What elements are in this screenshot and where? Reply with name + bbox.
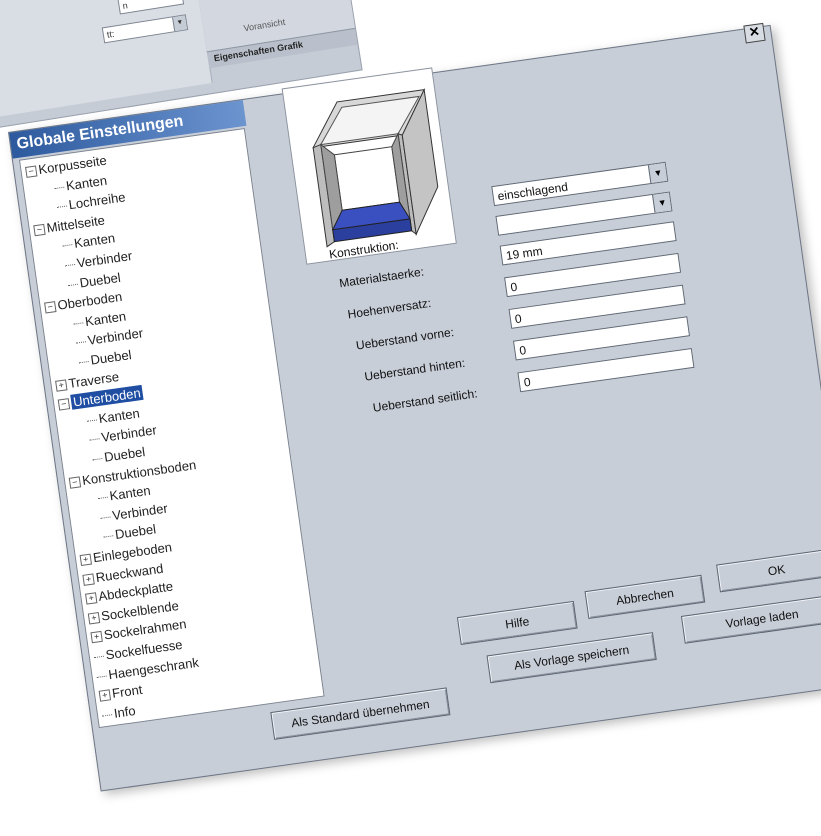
cabinet-preview: [281, 67, 457, 265]
hilfe-button[interactable]: Hilfe: [456, 600, 578, 645]
tree-item-label: Mittelseite: [45, 212, 106, 236]
tree-item-label: Verbinder: [100, 422, 158, 446]
settings-tree[interactable]: − Korpusseite Kanten Lochreihe − Mittelseite K…: [18, 128, 325, 729]
materialstaerke-field-value: 19 mm: [505, 243, 544, 263]
tree-item-label: Kanten: [97, 405, 141, 426]
ueberstand-vorne-value: 0: [514, 311, 523, 327]
tree-item-label: Duebel: [89, 347, 133, 368]
expand-icon[interactable]: +: [55, 378, 68, 392]
tree-branch-line: [65, 264, 76, 267]
tree-branch-line: [56, 205, 67, 209]
materialstaerke-label: Materialstaerke:: [338, 264, 425, 291]
tree-branch-line: [54, 186, 65, 189]
ueberstand-hinten-value: 0: [518, 343, 528, 358]
expand-icon[interactable]: +: [87, 611, 101, 625]
tree-item-label: Kanten: [84, 308, 127, 329]
tree-branch-line: [89, 438, 100, 442]
tree-item-label: Lochreihe: [67, 189, 127, 213]
chevron-down-icon: ▼: [647, 162, 668, 184]
tree-branch-line: [67, 283, 78, 286]
collapse-icon[interactable]: −: [44, 301, 57, 314]
expand-icon[interactable]: +: [82, 573, 95, 586]
ueberstand-hinten-label: Ueberstand hinten:: [363, 355, 466, 384]
collapse-icon[interactable]: −: [57, 398, 71, 411]
background-select-3[interactable]: tt: ▼: [101, 14, 189, 44]
tree-item-label: Info: [112, 702, 137, 721]
tree-item-label: Kanten: [108, 482, 152, 504]
tree-branch-line: [62, 244, 73, 247]
tree-branch-line: [103, 535, 114, 539]
chevron-down-icon: ▼: [172, 15, 188, 32]
background-select-2[interactable]: n: [117, 0, 185, 15]
tree-branch-line: [76, 341, 87, 345]
tree-item-label: Kanten: [64, 172, 108, 193]
tree-branch-line: [102, 714, 113, 717]
tree-item[interactable]: + Front: [98, 682, 143, 704]
tree-branch-line: [97, 496, 108, 500]
abbrechen-button[interactable]: Abbrechen: [584, 574, 706, 619]
tree-branch-line: [96, 675, 107, 678]
tree-branch-line: [73, 322, 84, 325]
ok-button[interactable]: OK: [716, 548, 821, 593]
tree-branch-line: [92, 458, 103, 461]
tree-branch-line: [93, 655, 104, 659]
als-vorlage-speichern-button[interactable]: Als Vorlage speichern: [486, 632, 657, 684]
tree-item-label: Duebel: [78, 269, 122, 291]
collapse-icon[interactable]: −: [68, 476, 82, 489]
expand-icon[interactable]: +: [85, 592, 98, 605]
tree-item-label: Traverse: [67, 368, 120, 391]
background-select-2-value: n: [121, 0, 129, 11]
tree-branch-line: [78, 361, 89, 364]
tree-item-label: Duebel: [103, 444, 147, 465]
tree-item-label: Verbinder: [111, 500, 169, 523]
hoehenversatz-label: Hoehenversatz:: [346, 295, 432, 322]
collapse-icon[interactable]: −: [25, 165, 38, 178]
cabinet-preview-graphic: [312, 87, 439, 248]
expand-icon[interactable]: +: [98, 689, 112, 702]
expand-icon[interactable]: +: [79, 553, 93, 567]
ueberstand-vorne-label: Ueberstand vorne:: [355, 324, 455, 353]
tree-item[interactable]: Info: [101, 703, 137, 724]
tree-branch-line: [100, 516, 111, 519]
ueberstand-seitlich-label: Ueberstand seitlich:: [371, 386, 479, 415]
tree-item-label: Front: [111, 682, 144, 702]
tree-item-label: Duebel: [114, 521, 157, 543]
background-select-3-value: tt:: [106, 28, 116, 40]
tree-item-label: Verbinder: [75, 248, 134, 271]
tree-item-label: Kanten: [73, 230, 117, 252]
global-settings-dialog: Globale Einstellungen ✕ − Korpusseite Kant…: [8, 22, 821, 792]
konstruktion-value: einschlagend: [496, 179, 569, 204]
close-icon: ✕: [747, 23, 761, 40]
tree-branch-line: [86, 419, 97, 422]
tree-item[interactable]: Duebel: [78, 347, 133, 370]
hoehenversatz-value: 0: [509, 279, 519, 295]
close-button[interactable]: ✕: [743, 22, 766, 44]
collapse-icon[interactable]: −: [33, 223, 46, 237]
ueberstand-seitlich-value: 0: [522, 374, 532, 390]
background-settings-panel: 2 ▼ n tt: ▼: [0, 0, 213, 119]
chevron-down-icon: ▼: [652, 192, 672, 213]
tree-item-label: Verbinder: [86, 325, 144, 349]
expand-icon[interactable]: +: [90, 631, 103, 644]
